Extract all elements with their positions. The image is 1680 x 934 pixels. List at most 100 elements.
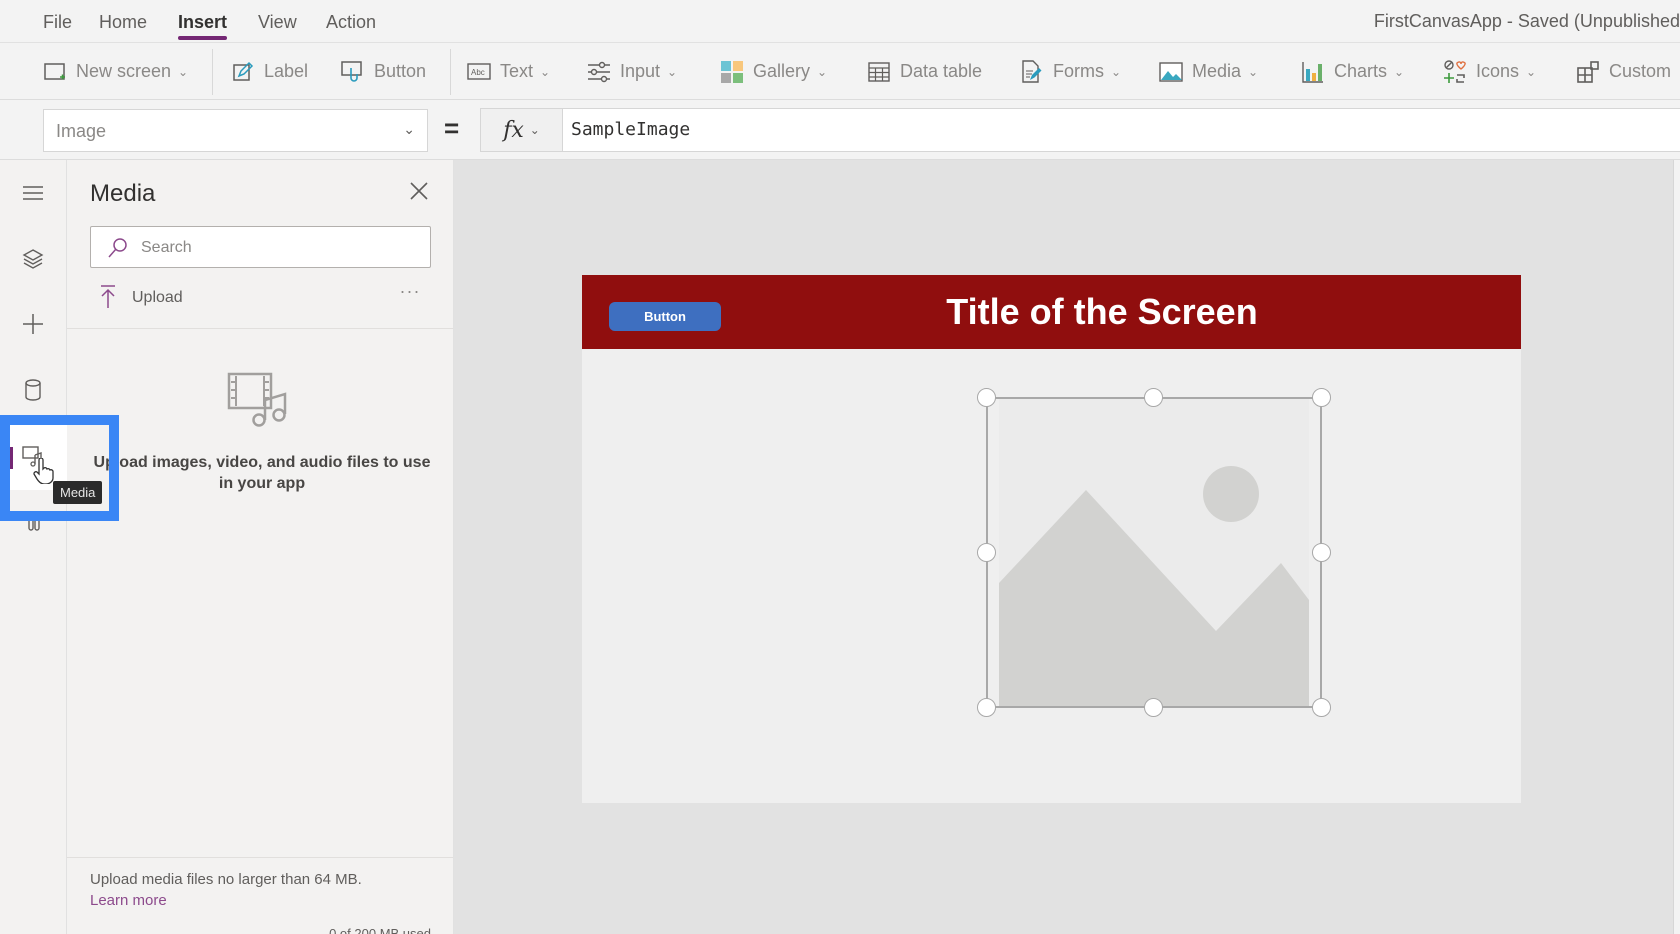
text-abc-icon: Abc: [467, 60, 491, 84]
media-label: Media: [1192, 61, 1242, 81]
property-dropdown[interactable]: Image ⌄: [43, 109, 428, 152]
button-touch-icon: [341, 60, 365, 84]
media-search-input[interactable]: Search: [90, 226, 431, 268]
data-table-button[interactable]: Data table: [867, 43, 982, 100]
new-screen-button[interactable]: New screen ⌄: [43, 43, 188, 100]
charts-label: Charts: [1334, 61, 1388, 81]
rail-tree-view-button[interactable]: [13, 239, 53, 279]
svg-text:Abc: Abc: [471, 68, 485, 77]
screen-title[interactable]: Title of the Screen: [782, 291, 1422, 333]
search-placeholder: Search: [141, 239, 192, 256]
resize-handle-top-right[interactable]: [1312, 388, 1331, 407]
text-label: Text: [500, 61, 534, 81]
formula-bar: Image ⌄ = fx ⌄ SampleImage: [0, 100, 1680, 160]
menu-action[interactable]: Action: [326, 12, 376, 33]
input-label: Input: [620, 61, 661, 81]
menu-file[interactable]: File: [43, 12, 72, 33]
close-icon: [410, 182, 428, 200]
resize-handle-bottom[interactable]: [1144, 698, 1163, 717]
label-button[interactable]: Label: [231, 43, 308, 100]
layers-icon: [22, 249, 44, 269]
ribbon-divider: [450, 49, 451, 95]
icons-button[interactable]: Icons ⌄: [1443, 43, 1536, 100]
fx-button[interactable]: fx ⌄: [480, 108, 563, 152]
chevron-down-icon: ⌄: [817, 64, 828, 79]
upload-button[interactable]: Upload: [90, 280, 431, 316]
media-panel: Media Search Upload ··· Upload images, v…: [67, 160, 454, 934]
app-title: FirstCanvasApp - Saved (Unpublished: [1373, 11, 1680, 31]
upload-label: Upload: [132, 289, 183, 306]
ribbon-divider: [212, 49, 213, 95]
chevron-down-icon: ⌄: [1248, 64, 1259, 79]
chevron-down-icon: ⌄: [1394, 64, 1405, 79]
resize-handle-bottom-left[interactable]: [977, 698, 996, 717]
chevron-down-icon: ⌄: [403, 121, 415, 137]
custom-button[interactable]: Custom: [1576, 43, 1671, 100]
search-icon: [108, 238, 127, 258]
forms-label: Forms: [1053, 61, 1104, 81]
hand-cursor-icon: [33, 458, 54, 484]
screen-button[interactable]: Button: [609, 302, 721, 331]
charts-bar-icon: [1301, 60, 1325, 84]
resize-handle-left[interactable]: [977, 543, 996, 562]
resize-handle-right[interactable]: [1312, 543, 1331, 562]
more-options-button[interactable]: ···: [395, 280, 425, 310]
chevron-down-icon: ⌄: [529, 123, 540, 137]
data-table-icon: [867, 60, 891, 84]
formula-input[interactable]: SampleImage: [563, 108, 1680, 152]
rail-data-button[interactable]: [13, 370, 53, 410]
rail-insert-button[interactable]: [13, 304, 53, 344]
screen-header[interactable]: Button Title of the Screen: [582, 275, 1521, 349]
text-button[interactable]: Abc Text ⌄: [467, 43, 550, 100]
custom-label: Custom: [1609, 61, 1672, 81]
rail-tools-button[interactable]: [13, 502, 53, 542]
chevron-down-icon: ⌄: [178, 64, 189, 79]
input-sliders-icon: [587, 60, 611, 84]
size-limit-text: Upload media files no larger than 64 MB.: [90, 871, 362, 888]
chevron-down-icon: ⌄: [540, 64, 551, 79]
button-insert-button[interactable]: Button: [341, 43, 426, 100]
hamburger-icon: [23, 186, 43, 200]
label-edit-icon: [231, 60, 255, 84]
close-panel-button[interactable]: [404, 176, 434, 206]
media-ribbon-button[interactable]: Media ⌄: [1159, 43, 1258, 100]
rail-menu-button[interactable]: [13, 173, 53, 213]
gallery-grid-icon: [720, 60, 744, 84]
plus-icon: [23, 314, 43, 334]
fx-icon: fx: [503, 117, 524, 143]
gallery-label: Gallery: [753, 61, 811, 81]
input-button[interactable]: Input ⌄: [587, 43, 677, 100]
properties-pane-edge: [1673, 160, 1680, 934]
empty-state-message: Upload images, video, and audio files to…: [93, 454, 431, 492]
menu-view[interactable]: View: [258, 12, 297, 33]
insert-ribbon: New screen ⌄ Label Button Abc Text ⌄ Inp…: [0, 43, 1680, 100]
menu-home[interactable]: Home: [99, 12, 147, 33]
icons-icon: [1443, 59, 1467, 84]
tools-icon: [28, 514, 40, 531]
menu-insert[interactable]: Insert: [178, 12, 228, 40]
chevron-down-icon: ⌄: [667, 64, 678, 79]
chevron-down-icon: ⌄: [1111, 64, 1122, 79]
panel-divider: [67, 328, 453, 329]
resize-handle-bottom-right[interactable]: [1312, 698, 1331, 717]
forms-button[interactable]: Forms ⌄: [1020, 43, 1121, 100]
image-control[interactable]: [977, 388, 1331, 717]
charts-button[interactable]: Charts ⌄: [1301, 43, 1404, 100]
footer-divider: [67, 857, 453, 858]
label-label: Label: [264, 61, 309, 81]
gallery-button[interactable]: Gallery ⌄: [720, 43, 827, 100]
resize-handle-top-left[interactable]: [977, 388, 996, 407]
button-label: Button: [374, 61, 427, 81]
upload-arrow-icon: [101, 285, 115, 308]
media-files-icon: [227, 372, 287, 427]
resize-handle-top[interactable]: [1144, 388, 1163, 407]
database-icon: [25, 379, 41, 401]
custom-components-icon: [1576, 60, 1600, 84]
learn-more-link[interactable]: Learn more: [90, 892, 167, 909]
chevron-down-icon: ⌄: [1526, 64, 1537, 79]
menu-bar: File Home Insert View Action FirstCanvas…: [0, 0, 1680, 43]
forms-icon: [1020, 59, 1044, 84]
new-screen-icon: [43, 60, 67, 84]
left-rail: [0, 160, 67, 934]
storage-usage: 0 of 200 MB used: [329, 926, 431, 934]
